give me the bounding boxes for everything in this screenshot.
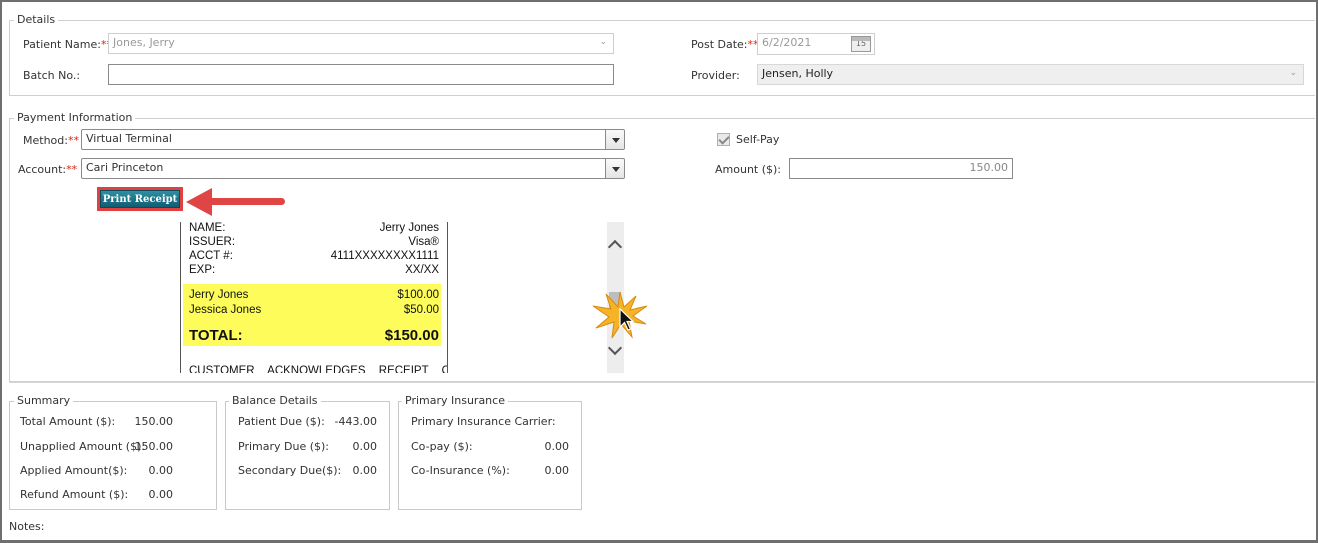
account-value: Cari Princeton xyxy=(86,161,164,174)
chevron-down-icon: ⌄ xyxy=(599,37,607,47)
scroll-down-icon[interactable] xyxy=(607,340,623,356)
divider xyxy=(9,382,1315,383)
receipt-issuer-value: Visa® xyxy=(408,236,439,248)
summary-label: Total Amount ($): xyxy=(20,415,116,428)
batch-label: Batch No.: xyxy=(23,69,81,82)
summary-label: Refund Amount ($): xyxy=(20,488,129,501)
insurance-label: Primary Insurance Carrier: xyxy=(411,415,556,428)
receipt-acct-label: ACCT #: xyxy=(189,250,233,262)
notes-label: Notes: xyxy=(9,520,45,533)
amount-label: Amount ($): xyxy=(715,163,782,176)
balance-label: Primary Due ($): xyxy=(238,440,329,453)
provider-value: Jensen, Holly xyxy=(762,67,834,80)
insurance-legend: Primary Insurance xyxy=(402,394,508,407)
summary-value: 0.00 xyxy=(148,488,174,501)
receipt-name-value: Jerry Jones xyxy=(379,222,439,234)
post-date-label: Post Date:** xyxy=(691,38,759,51)
method-label: Method:** xyxy=(23,134,79,147)
patient-name-label: Patient Name:** xyxy=(23,38,112,51)
annotation-arrow-body xyxy=(206,198,285,205)
self-pay-label: Self-Pay xyxy=(736,133,780,146)
method-select[interactable]: Virtual Terminal xyxy=(81,129,625,150)
self-pay-checkbox[interactable] xyxy=(717,133,730,146)
summary-label: Unapplied Amount ($): xyxy=(20,440,146,453)
print-receipt-button[interactable]: Print Receipt xyxy=(100,190,180,208)
insurance-value: 0.00 xyxy=(544,464,570,477)
method-value: Virtual Terminal xyxy=(86,132,172,145)
receipt-acct-value: 4111XXXXXXXX1111 xyxy=(330,250,439,262)
amount-value: 150.00 xyxy=(969,161,1009,174)
receipt-line-item: Jerry Jones $100.00 xyxy=(189,289,439,301)
patient-name-combobox[interactable]: Jones, Jerry ⌄ xyxy=(108,33,614,54)
balance-value: -443.00 xyxy=(334,415,377,428)
insurance-label: Co-Insurance (%): xyxy=(411,464,510,477)
receipt-total: TOTAL: $150.00 xyxy=(189,327,439,344)
receipt-line-item: Jessica Jones $50.00 xyxy=(189,304,439,316)
receipt-footer: CUSTOMER ACKNOWLEDGES RECEIPT OF xyxy=(189,365,448,373)
patient-name-value: Jones, Jerry xyxy=(113,36,175,49)
receipt-name-label: NAME: xyxy=(189,222,226,234)
dropdown-arrow-icon[interactable] xyxy=(605,130,624,149)
print-receipt-highlight: Print Receipt xyxy=(97,187,183,211)
receipt-issuer-label: ISSUER: xyxy=(189,236,236,248)
post-date-input[interactable]: 6/2/2021 15 xyxy=(757,33,875,55)
summary-value: 150.00 xyxy=(134,440,174,453)
receipt-exp-label: EXP: xyxy=(189,264,216,276)
batch-input[interactable] xyxy=(108,64,614,85)
provider-label: Provider: xyxy=(691,69,740,82)
summary-legend: Summary xyxy=(14,394,74,407)
calendar-icon[interactable]: 15 xyxy=(851,36,871,52)
payment-legend: Payment Information xyxy=(14,111,136,124)
insurance-value: 0.00 xyxy=(544,440,570,453)
summary-label: Applied Amount($): xyxy=(20,464,128,477)
chevron-down-icon: ⌄ xyxy=(1289,68,1297,78)
receipt-preview: NAME: Jerry Jones ISSUER: Visa® ACCT #: 411… xyxy=(180,222,448,373)
account-label: Account:** xyxy=(18,163,78,176)
amount-input[interactable]: 150.00 xyxy=(789,158,1013,179)
summary-value: 150.00 xyxy=(134,415,174,428)
dropdown-arrow-icon[interactable] xyxy=(605,159,624,178)
mouse-cursor-icon xyxy=(619,308,635,331)
insurance-label: Co-pay ($): xyxy=(411,440,473,453)
provider-combobox[interactable]: Jensen, Holly ⌄ xyxy=(757,64,1304,85)
post-date-value: 6/2/2021 xyxy=(762,36,812,49)
summary-value: 0.00 xyxy=(148,464,174,477)
scroll-up-icon[interactable] xyxy=(607,239,623,255)
receipt-exp-value: XX/XX xyxy=(405,264,439,276)
balance-legend: Balance Details xyxy=(229,394,321,407)
account-select[interactable]: Cari Princeton xyxy=(81,158,625,179)
details-legend: Details xyxy=(14,13,59,26)
balance-value: 0.00 xyxy=(352,464,378,477)
balance-label: Patient Due ($): xyxy=(238,415,325,428)
balance-value: 0.00 xyxy=(352,440,378,453)
